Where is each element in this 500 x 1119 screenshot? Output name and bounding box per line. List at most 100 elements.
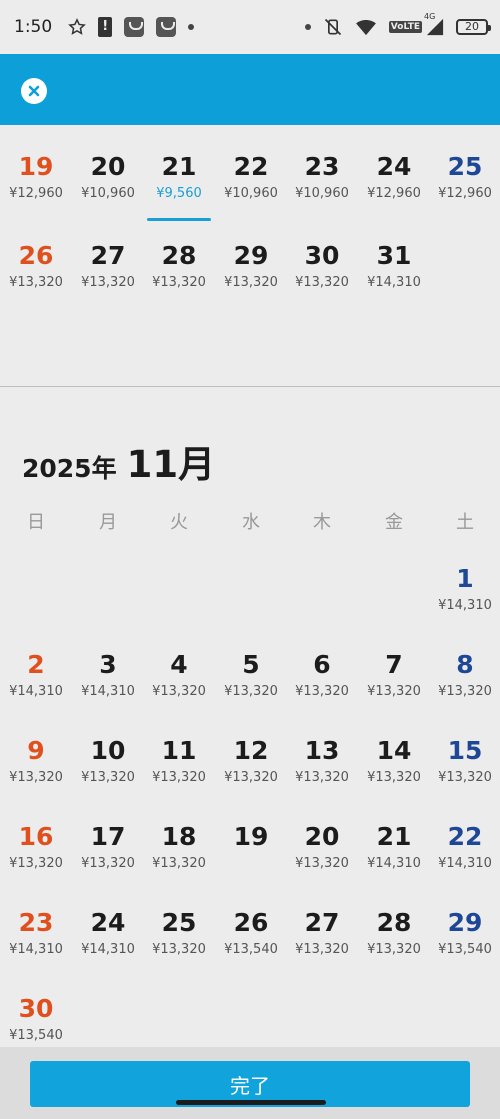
- status-bar: 1:50 ! VoLTE 4G 20: [0, 0, 500, 54]
- date-cell[interactable]: 29 ¥13,320: [215, 235, 287, 321]
- date-cell[interactable]: 22 ¥10,960: [215, 146, 287, 232]
- weekday-row: 日月火水木金土: [0, 508, 500, 538]
- date-number: 15: [447, 736, 483, 765]
- date-cell[interactable]: 16 ¥13,320: [0, 816, 72, 902]
- date-cell[interactable]: 10 ¥13,320: [72, 730, 144, 816]
- date-cell[interactable]: 6 ¥13,320: [286, 644, 358, 730]
- vibrate-off-icon: [323, 17, 343, 37]
- date-price: ¥13,320: [81, 856, 135, 871]
- date-cell[interactable]: 12 ¥13,320: [215, 730, 287, 816]
- date-price: ¥14,310: [438, 598, 492, 613]
- date-price: ¥13,540: [224, 942, 278, 957]
- date-number: 28: [161, 241, 197, 270]
- date-cell[interactable]: 20 ¥10,960: [72, 146, 144, 232]
- date-cell[interactable]: 29 ¥13,540: [429, 902, 500, 988]
- date-cell[interactable]: 27 ¥13,320: [286, 902, 358, 988]
- footer: 完了: [0, 1047, 500, 1119]
- date-cell[interactable]: 28 ¥13,320: [143, 235, 215, 321]
- date-cell[interactable]: 19: [215, 816, 287, 902]
- date-number: 20: [304, 822, 340, 851]
- calendar-week: 2 ¥14,310 3 ¥14,310 4 ¥13,320 5 ¥13,320 6 ¥13,320…: [0, 644, 500, 730]
- date-number: 24: [90, 908, 126, 937]
- date-cell[interactable]: 26 ¥13,320: [0, 235, 72, 321]
- date-cell[interactable]: 14 ¥13,320: [358, 730, 430, 816]
- date-cell[interactable]: 23 ¥10,960: [286, 146, 358, 232]
- date-cell[interactable]: 24 ¥12,960: [358, 146, 430, 232]
- close-button[interactable]: [21, 78, 47, 104]
- date-price: ¥14,310: [9, 684, 63, 699]
- date-price: ¥14,310: [81, 942, 135, 957]
- date-cell[interactable]: 1 ¥14,310: [429, 558, 500, 644]
- date-number: 30: [18, 994, 54, 1023]
- date-price: ¥13,320: [224, 684, 278, 699]
- date-price: ¥13,320: [295, 942, 349, 957]
- date-number: 4: [170, 650, 188, 679]
- month-header-year: 2025年: [22, 454, 117, 483]
- date-price: ¥13,320: [367, 770, 421, 785]
- date-cell[interactable]: 22 ¥14,310: [429, 816, 500, 902]
- date-number: 28: [376, 908, 412, 937]
- date-cell[interactable]: 31 ¥14,310: [358, 235, 430, 321]
- date-cell[interactable]: 7 ¥13,320: [358, 644, 430, 730]
- date-number: 10: [90, 736, 126, 765]
- date-cell[interactable]: 18 ¥13,320: [143, 816, 215, 902]
- date-cell[interactable]: 20 ¥13,320: [286, 816, 358, 902]
- date-cell[interactable]: 23 ¥14,310: [0, 902, 72, 988]
- shopping-bag-icon: [156, 17, 177, 37]
- date-number: 2: [27, 650, 45, 679]
- date-cell[interactable]: 11 ¥13,320: [143, 730, 215, 816]
- date-number: 27: [304, 908, 340, 937]
- date-price: ¥13,320: [9, 856, 63, 871]
- date-price: ¥13,320: [295, 856, 349, 871]
- date-cell[interactable]: 4 ¥13,320: [143, 644, 215, 730]
- date-price: ¥14,310: [367, 856, 421, 871]
- date-cell-selected[interactable]: 21 ¥9,560: [143, 146, 215, 232]
- calendar-week: 26 ¥13,320 27 ¥13,320 28 ¥13,320 29 ¥13,320 30 ¥1…: [0, 235, 500, 321]
- date-price: ¥13,320: [152, 942, 206, 957]
- shopping-bag-icon: [124, 17, 145, 37]
- date-cell[interactable]: 8 ¥13,320: [429, 644, 500, 730]
- calendar-week: 23 ¥14,310 24 ¥14,310 25 ¥13,320 26 ¥13,540 27 ¥1…: [0, 902, 500, 988]
- weekday-label: 水: [242, 512, 260, 533]
- date-cell[interactable]: 15 ¥13,320: [429, 730, 500, 816]
- date-cell[interactable]: 19 ¥12,960: [0, 146, 72, 232]
- date-price: ¥9,560: [156, 186, 202, 201]
- date-price: ¥13,320: [152, 684, 206, 699]
- close-icon: [28, 82, 40, 101]
- date-price: ¥13,320: [152, 275, 206, 290]
- date-number: 19: [233, 822, 269, 851]
- date-cell[interactable]: 2 ¥14,310: [0, 644, 72, 730]
- date-cell[interactable]: 26 ¥13,540: [215, 902, 287, 988]
- date-number: 27: [90, 241, 126, 270]
- date-number: 17: [90, 822, 126, 851]
- date-number: 26: [233, 908, 269, 937]
- date-price: ¥14,310: [367, 275, 421, 290]
- date-price: ¥13,320: [438, 770, 492, 785]
- calendar-week: 9 ¥13,320 10 ¥13,320 11 ¥13,320 12 ¥13,320 13 ¥13…: [0, 730, 500, 816]
- date-price: ¥13,320: [295, 684, 349, 699]
- date-number: 20: [90, 152, 126, 181]
- date-number: 31: [376, 241, 412, 270]
- date-cell[interactable]: 25 ¥13,320: [143, 902, 215, 988]
- date-cell[interactable]: 30 ¥13,320: [286, 235, 358, 321]
- date-cell[interactable]: 17 ¥13,320: [72, 816, 144, 902]
- date-price: ¥13,320: [81, 275, 135, 290]
- signal-icon: 4G: [424, 12, 444, 36]
- date-cell[interactable]: 3 ¥14,310: [72, 644, 144, 730]
- date-cell[interactable]: 24 ¥14,310: [72, 902, 144, 988]
- date-cell[interactable]: 25 ¥12,960: [429, 146, 500, 232]
- date-number: 16: [18, 822, 54, 851]
- date-price: ¥13,320: [295, 275, 349, 290]
- date-cell[interactable]: 13 ¥13,320: [286, 730, 358, 816]
- date-price: ¥14,310: [81, 684, 135, 699]
- battery-icon: 20: [456, 19, 491, 35]
- month-header: 2025年 11月: [22, 434, 215, 488]
- date-cell[interactable]: 28 ¥13,320: [358, 902, 430, 988]
- date-cell[interactable]: 21 ¥14,310: [358, 816, 430, 902]
- date-number: 22: [447, 822, 483, 851]
- date-cell[interactable]: 5 ¥13,320: [215, 644, 287, 730]
- date-price: ¥13,320: [295, 770, 349, 785]
- date-number: 19: [18, 152, 54, 181]
- date-cell[interactable]: 9 ¥13,320: [0, 730, 72, 816]
- date-cell[interactable]: 27 ¥13,320: [72, 235, 144, 321]
